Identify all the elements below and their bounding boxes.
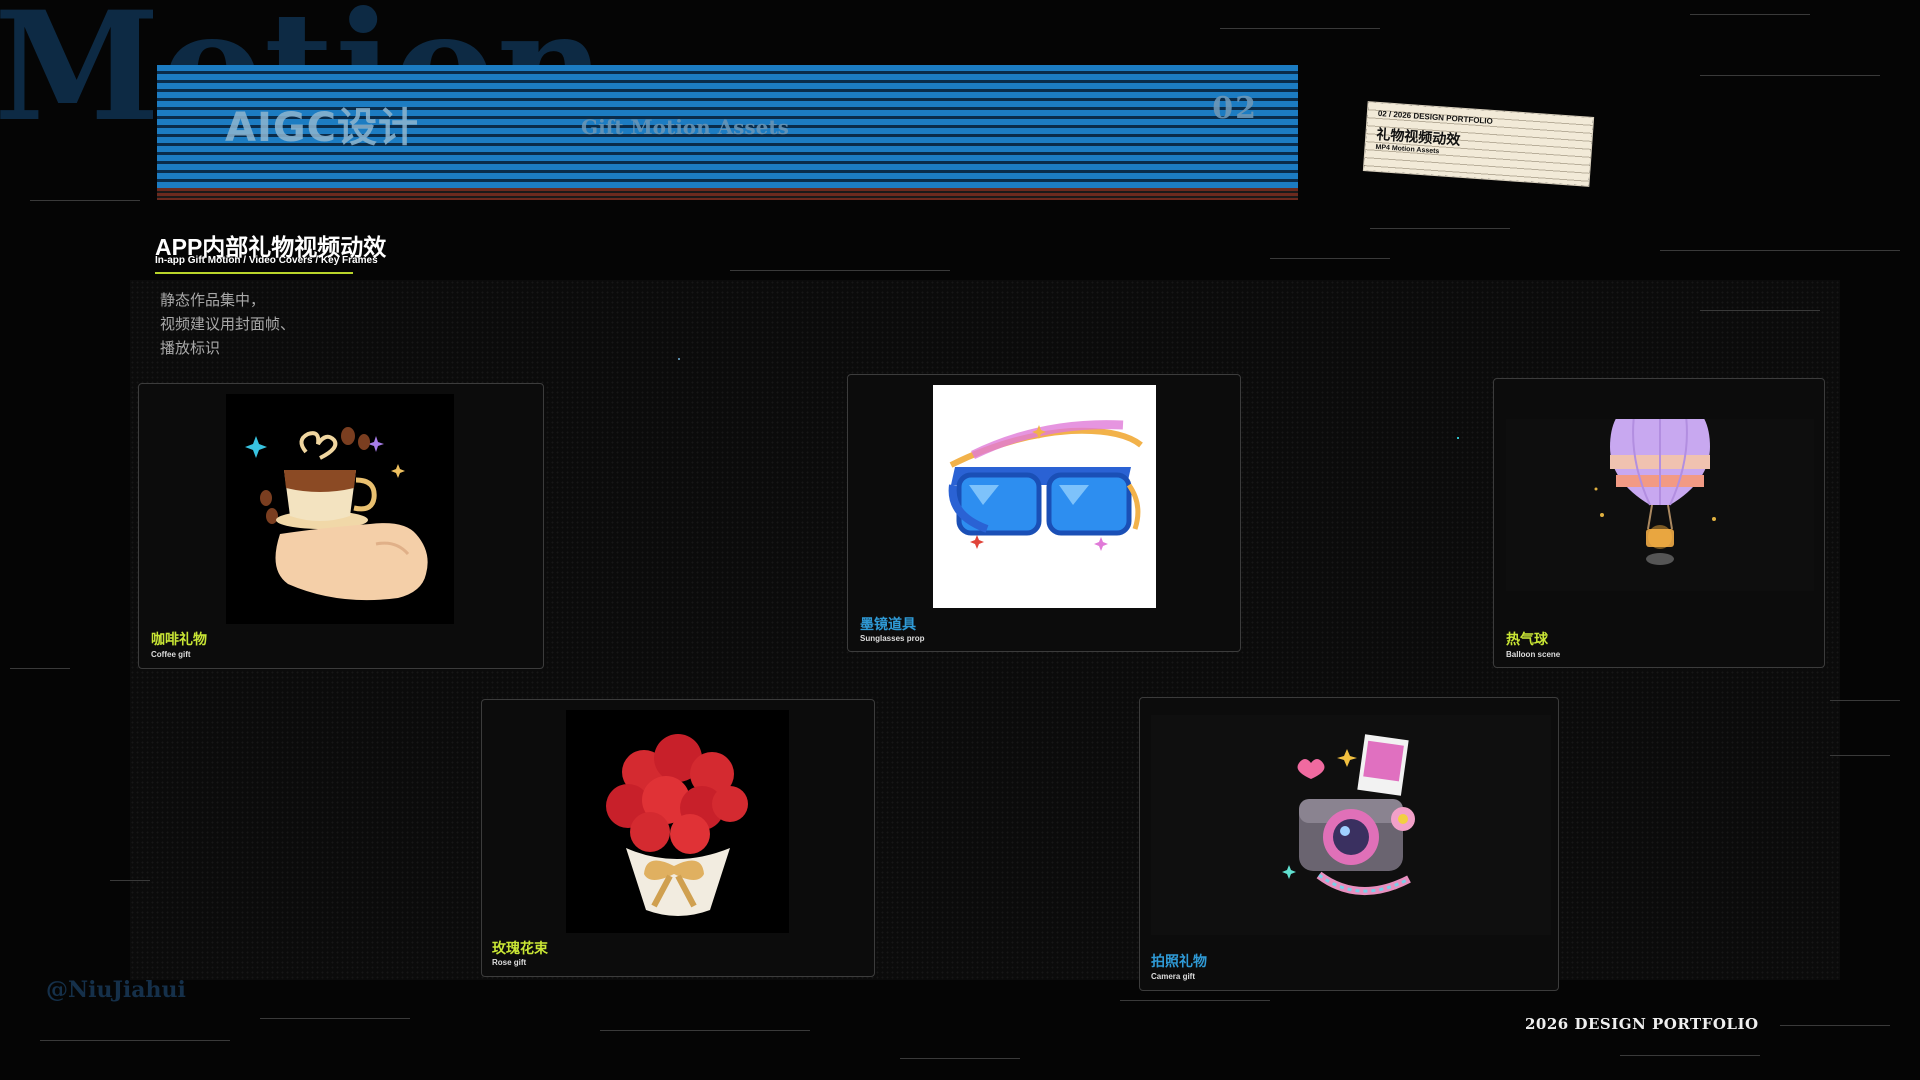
card-title: 咖啡礼物 [151,631,207,647]
scan-line [1120,1000,1270,1001]
banner-base-stripe [157,188,1298,200]
card-title: 墨镜道具 [860,616,916,632]
scan-line [1830,700,1900,701]
scan-line [260,1018,410,1019]
gift-card-coffee[interactable]: 咖啡礼物 Coffee gift [138,383,544,669]
gift-card-sunglasses[interactable]: 墨镜道具 Sunglasses prop [847,374,1241,652]
card-thumbnail [933,385,1156,608]
scan-line [1620,1055,1760,1056]
gift-card-rose[interactable]: 玫瑰花束 Rose gift [481,699,875,977]
banner-number: 02 [1212,91,1258,126]
glitch-dot [1457,437,1459,439]
sunglasses-icon [948,420,1143,551]
hot-air-balloon-icon [1594,419,1716,565]
footer-portfolio-label: 2026 DESIGN PORTFOLIO [1525,1015,1759,1033]
scan-line [900,1058,1020,1059]
card-subtitle: Camera gift [1151,972,1196,981]
card-subtitle: Rose gift [492,958,527,967]
section-subtitle: In-app Gift Motion / Video Covers / Key … [155,255,378,266]
card-thumbnail [226,394,454,624]
card-subtitle: Sunglasses prop [860,634,925,643]
scan-line [1370,228,1510,229]
scan-line [1220,28,1380,29]
scan-line [10,668,70,669]
card-subtitle: Balloon scene [1506,650,1561,659]
card-thumbnail [566,710,789,933]
card-thumbnail [1151,715,1551,935]
scan-line [30,200,140,201]
card-title: 拍照礼物 [1151,953,1207,969]
scan-line [600,1030,810,1031]
card-title: 玫瑰花束 [492,940,548,956]
portfolio-ticket: 02 / 2026 DESIGN PORTFOLIO 礼物视频动效 MP4 Mo… [1363,102,1594,186]
scan-line [1700,310,1820,311]
section-description: 静态作品集中， 视频建议用封面帧、 播放标识 [160,289,295,361]
description-line: 视频建议用封面帧、 [160,316,296,333]
coffee-hand-icon [245,427,428,601]
scan-line [110,880,150,881]
scan-line [1700,75,1880,76]
scan-line [1690,14,1810,15]
card-thumbnail [1506,419,1814,591]
banner-subtitle: Gift Motion Assets [581,115,789,139]
scan-line [1660,250,1900,251]
header-banner: AIGC设计 Gift Motion Assets 02 [157,65,1298,200]
card-subtitle: Coffee gift [151,650,191,659]
gift-card-balloon[interactable]: 热气球 Balloon scene [1493,378,1825,668]
card-title: 热气球 [1506,631,1548,647]
glitch-dot [678,358,680,360]
rose-bouquet-icon [606,734,748,916]
scan-line [1830,755,1890,756]
scan-line [1270,258,1390,259]
description-line: 静态作品集中， [160,292,266,309]
scan-line [730,270,950,271]
gift-card-camera[interactable]: 拍照礼物 Camera gift [1139,697,1559,991]
section-underline [155,272,353,274]
description-line: 播放标识 [160,340,221,357]
banner-title: AIGC设计 [225,105,420,151]
scan-line [1780,1025,1890,1026]
author-watermark: @NiuJiahui [46,977,186,1003]
camera-icon [1282,734,1415,896]
scan-line [40,1040,230,1041]
